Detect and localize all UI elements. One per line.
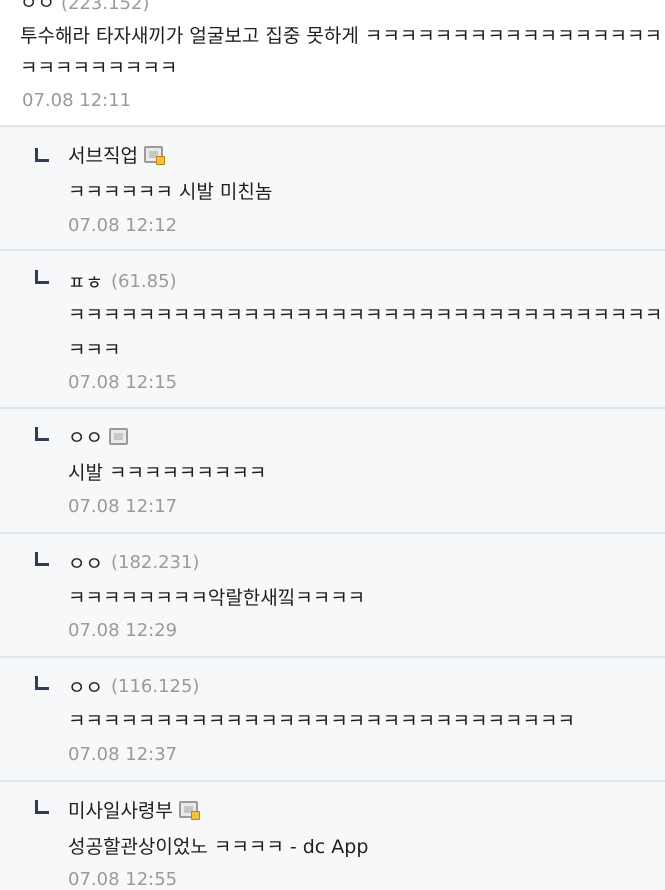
reply-body: ㅋㅋㅋㅋㅋㅋ 시발 미친놈 xyxy=(68,181,273,203)
reply-arrow-icon xyxy=(35,676,49,690)
reply-arrow-icon xyxy=(35,800,49,814)
reply-header: 서브직업 xyxy=(68,141,165,168)
top-comment-author[interactable]: ㅇㅇ xyxy=(20,0,55,14)
reply-time: 07.08 12:17 xyxy=(68,496,178,517)
top-comment: ㅇㅇ (223.152) 투수해라 타자새끼가 얼굴보고 집중 못하게 ㅋㅋㅋㅋㅋ… xyxy=(0,0,665,127)
reply-body: ㅋㅋㅋㅋㅋㅋㅋㅋㅋㅋㅋㅋㅋㅋㅋㅋㅋㅋㅋㅋㅋㅋㅋㅋㅋㅋㅋㅋㅋ xyxy=(68,710,575,732)
gallog-fixed-icon[interactable] xyxy=(178,801,200,820)
reply-item: ㅇㅇ (182.231) ㅋㅋㅋㅋㅋㅋㅋㅋ악랄한새낔ㅋㅋㅋㅋ 07.08 12:2… xyxy=(0,534,665,658)
reply-header: ㅇㅇ (182.231) xyxy=(68,549,199,576)
reply-ip: (116.125) xyxy=(110,676,200,697)
reply-author[interactable]: 미사일사령부 xyxy=(68,796,173,823)
reply-author[interactable]: 서브직업 xyxy=(68,141,138,168)
top-comment-time: 07.08 12:11 xyxy=(22,90,132,111)
reply-item: 서브직업 ㅋㅋㅋㅋㅋㅋ 시발 미친놈 07.08 12:12 xyxy=(0,127,665,251)
reply-ip: (182.231) xyxy=(110,552,200,573)
reply-header: ㅇㅇ xyxy=(68,423,128,450)
reply-time: 07.08 12:37 xyxy=(68,744,178,765)
reply-header: 미사일사령부 xyxy=(68,796,200,823)
reply-author[interactable]: ㅇㅇ xyxy=(68,423,103,450)
gallog-icon[interactable] xyxy=(108,428,128,445)
reply-body: 시발 ㅋㅋㅋㅋㅋㅋㅋㅋㅋ xyxy=(68,462,267,484)
gallog-fixed-icon[interactable] xyxy=(143,146,165,165)
reply-time: 07.08 12:12 xyxy=(68,215,178,236)
reply-body: ㅋㅋㅋㅋㅋㅋㅋㅋㅋㅋㅋㅋㅋㅋㅋㅋㅋㅋㅋㅋㅋㅋㅋㅋㅋㅋㅋㅋㅋㅋㅋㅋㅋㅋㅋㅋㅋ xyxy=(68,304,663,361)
reply-arrow-icon xyxy=(35,270,49,284)
reply-author[interactable]: ㅇㅇ xyxy=(68,673,103,700)
reply-body: ㅋㅋㅋㅋㅋㅋㅋㅋ악랄한새낔ㅋㅋㅋㅋ xyxy=(68,587,366,609)
comment-thread: ㅇㅇ (223.152) 투수해라 타자새끼가 얼굴보고 집중 못하게 ㅋㅋㅋㅋㅋ… xyxy=(0,0,665,890)
reply-author[interactable]: ㅇㅇ xyxy=(68,549,103,576)
reply-header: ㅇㅇ (116.125) xyxy=(68,673,199,700)
reply-item: ㅇㅇ 시발 ㅋㅋㅋㅋㅋㅋㅋㅋㅋ 07.08 12:17 xyxy=(0,409,665,534)
reply-arrow-icon xyxy=(35,427,49,441)
reply-item: ㅍㅎ (61.85) ㅋㅋㅋㅋㅋㅋㅋㅋㅋㅋㅋㅋㅋㅋㅋㅋㅋㅋㅋㅋㅋㅋㅋㅋㅋㅋㅋㅋㅋㅋ… xyxy=(0,251,665,409)
top-comment-header: ㅇㅇ (223.152) xyxy=(20,0,149,15)
top-comment-body: 투수해라 타자새끼가 얼굴보고 집중 못하게 ㅋㅋㅋㅋㅋㅋㅋㅋㅋㅋㅋㅋㅋㅋㅋㅋㅋ… xyxy=(20,25,665,79)
reply-header: ㅍㅎ (61.85) xyxy=(68,268,177,295)
reply-time: 07.08 12:55 xyxy=(68,869,178,890)
top-comment-ip: (223.152) xyxy=(60,0,150,14)
reply-body: 성공할관상이었노 ㅋㅋㅋㅋ - dc App xyxy=(68,836,369,858)
reply-time: 07.08 12:29 xyxy=(68,620,178,641)
reply-time: 07.08 12:15 xyxy=(68,372,178,393)
reply-arrow-icon xyxy=(35,148,49,162)
reply-arrow-icon xyxy=(35,552,49,566)
reply-ip: (61.85) xyxy=(110,271,177,292)
reply-item: ㅇㅇ (116.125) ㅋㅋㅋㅋㅋㅋㅋㅋㅋㅋㅋㅋㅋㅋㅋㅋㅋㅋㅋㅋㅋㅋㅋㅋㅋㅋㅋㅋ… xyxy=(0,658,665,782)
reply-author[interactable]: ㅍㅎ xyxy=(68,268,103,295)
reply-item: 미사일사령부 성공할관상이었노 ㅋㅋㅋㅋ - dc App 07.08 12:5… xyxy=(0,782,665,890)
